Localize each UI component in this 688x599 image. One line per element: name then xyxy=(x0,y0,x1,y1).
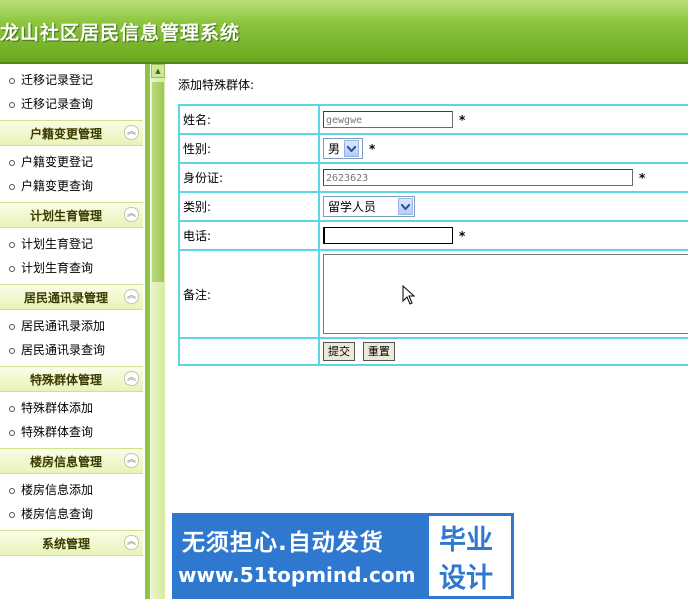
required-mark: * xyxy=(459,228,466,243)
bullet-icon xyxy=(9,511,15,518)
sidebar-group-title: 楼房信息管理 xyxy=(29,455,102,469)
sidebar-group-contacts[interactable]: 居民通讯录管理 ︽ xyxy=(0,284,143,310)
collapse-icon[interactable]: ︽ xyxy=(124,207,139,222)
sidebar-group-title: 户籍变更管理 xyxy=(29,127,102,141)
bullet-icon xyxy=(9,183,15,190)
app-header: 龙山社区居民信息管理系统 xyxy=(0,0,688,64)
category-label: 类别: xyxy=(178,191,320,222)
sidebar-group-family-planning[interactable]: 计划生育管理 ︽ xyxy=(0,202,143,228)
sidebar-item-contacts-add[interactable]: 居民通讯录添加 xyxy=(0,314,145,338)
required-mark: * xyxy=(459,112,466,127)
mouse-cursor-icon xyxy=(402,284,416,308)
notes-label: 备注: xyxy=(178,249,320,339)
sidebar-top-items: 迁移记录登记 迁移记录查询 xyxy=(0,64,145,120)
watermark-line1: 无须担心.自动发货 xyxy=(182,530,384,556)
gender-label: 性别: xyxy=(178,133,320,164)
bullet-icon xyxy=(9,323,15,330)
special-group-form: 姓名: gewgwe * 性别: 男 * 身份证: 2623623 * 类别: … xyxy=(178,104,688,366)
sidebar-item-contacts-query[interactable]: 居民通讯录查询 xyxy=(0,338,145,362)
sidebar-item-special-groups-query[interactable]: 特殊群体查询 xyxy=(0,420,145,444)
sidebar: 迁移记录登记 迁移记录查询 户籍变更管理 ︽ 户籍变更登记 户籍变更查询 计划生… xyxy=(0,64,145,599)
collapse-icon[interactable]: ︽ xyxy=(124,125,139,140)
submit-button[interactable]: 提交 xyxy=(323,342,355,361)
bullet-icon xyxy=(9,429,15,436)
section-title: 添加特殊群体: xyxy=(178,78,255,92)
collapse-icon[interactable]: ︽ xyxy=(124,371,139,386)
sidebar-item-family-planning-query[interactable]: 计划生育查询 xyxy=(0,256,145,280)
required-mark: * xyxy=(639,170,646,185)
watermark-right-line1: 毕业 xyxy=(439,525,493,556)
bullet-icon xyxy=(9,77,15,84)
sidebar-item-buildings-query[interactable]: 楼房信息查询 xyxy=(0,502,145,526)
sidebar-item-special-groups-add[interactable]: 特殊群体添加 xyxy=(0,396,145,420)
sidebar-group-household[interactable]: 户籍变更管理 ︽ xyxy=(0,120,143,146)
bullet-icon xyxy=(9,159,15,166)
sidebar-group-title: 居民通讯录管理 xyxy=(23,291,108,305)
gender-select[interactable]: 男 xyxy=(323,138,363,159)
chevron-down-icon[interactable] xyxy=(344,140,360,157)
watermark-url: www.51topmind.com xyxy=(178,563,416,587)
sidebar-item-migration-register[interactable]: 迁移记录登记 xyxy=(0,68,145,92)
sidebar-item-buildings-add[interactable]: 楼房信息添加 xyxy=(0,478,145,502)
watermark-right-line2: 设计 xyxy=(439,563,493,594)
name-input[interactable]: gewgwe xyxy=(323,111,453,128)
id-card-label: 身份证: xyxy=(178,162,320,193)
sidebar-item-household-query[interactable]: 户籍变更查询 xyxy=(0,174,145,198)
bullet-icon xyxy=(9,241,15,248)
sidebar-group-title: 系统管理 xyxy=(41,537,90,551)
sidebar-item-migration-query[interactable]: 迁移记录查询 xyxy=(0,92,145,116)
name-label: 姓名: xyxy=(178,104,320,135)
bullet-icon xyxy=(9,101,15,108)
collapse-icon[interactable]: ︽ xyxy=(124,535,139,550)
splitter-bar[interactable] xyxy=(145,64,150,599)
id-card-input[interactable]: 2623623 xyxy=(323,169,633,186)
bullet-icon xyxy=(9,405,15,412)
sidebar-splitter: ▲ xyxy=(145,64,167,599)
app-title: 龙山社区居民信息管理系统 xyxy=(0,22,241,44)
notes-textarea[interactable] xyxy=(323,254,688,334)
empty-cell xyxy=(178,337,320,366)
watermark-right: 毕业 设计 xyxy=(426,513,514,599)
chevron-down-icon[interactable] xyxy=(398,198,413,215)
sidebar-group-title: 计划生育管理 xyxy=(29,209,102,223)
required-mark: * xyxy=(369,141,376,156)
sidebar-group-title: 特殊群体管理 xyxy=(29,373,102,387)
sidebar-group-buildings[interactable]: 楼房信息管理 ︽ xyxy=(0,448,143,474)
reset-button[interactable]: 重置 xyxy=(362,342,395,361)
scroll-up-arrow-icon[interactable]: ▲ xyxy=(151,64,165,78)
collapse-icon[interactable]: ︽ xyxy=(124,453,139,468)
watermark-banner: 无须担心.自动发货 www.51topmind.com 毕业 设计 xyxy=(172,513,514,599)
collapse-icon[interactable]: ︽ xyxy=(124,289,139,304)
bullet-icon xyxy=(9,265,15,272)
sidebar-group-system[interactable]: 系统管理 ︽ xyxy=(0,530,143,556)
sidebar-group-special-groups[interactable]: 特殊群体管理 ︽ xyxy=(0,366,143,392)
category-select-value: 留学人员 xyxy=(328,200,377,214)
category-select[interactable]: 留学人员 xyxy=(323,196,415,217)
phone-input[interactable] xyxy=(323,227,453,244)
scrollbar-thumb[interactable] xyxy=(152,82,164,282)
bullet-icon xyxy=(9,487,15,494)
phone-label: 电话: xyxy=(178,220,320,251)
gender-select-value: 男 xyxy=(328,142,341,156)
sidebar-item-family-planning-register[interactable]: 计划生育登记 xyxy=(0,232,145,256)
watermark-left: 无须担心.自动发货 www.51topmind.com xyxy=(172,513,426,599)
bullet-icon xyxy=(9,347,15,354)
sidebar-item-household-register[interactable]: 户籍变更登记 xyxy=(0,150,145,174)
